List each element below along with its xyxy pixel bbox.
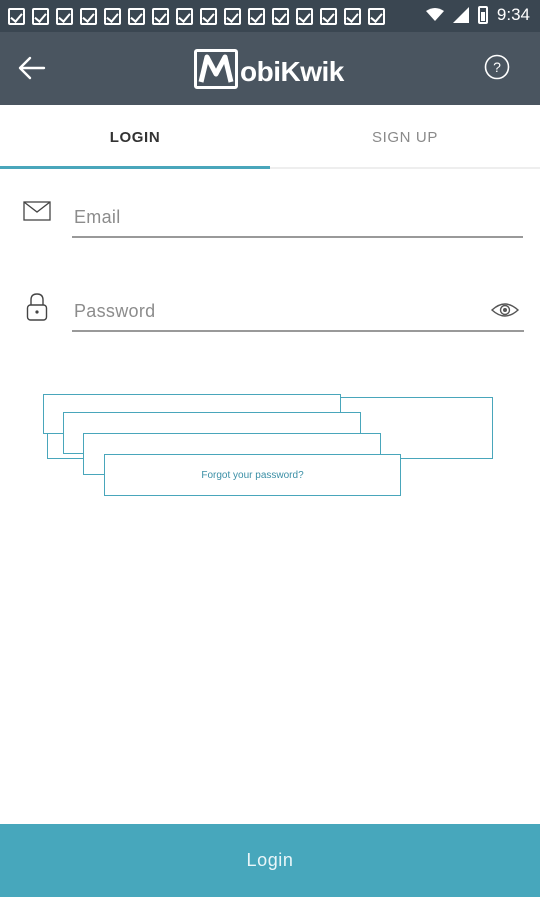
envelope-icon (23, 201, 51, 221)
check-box-icon (32, 8, 49, 25)
lock-icon (26, 293, 48, 321)
logo-m-box (194, 49, 238, 89)
auth-tabs: LOGIN SIGN UP (0, 105, 540, 169)
check-box-icon (248, 8, 265, 25)
tab-signup[interactable]: SIGN UP (270, 105, 540, 169)
check-box-icon (320, 8, 337, 25)
forgot-password-stack: Forgot your password? (0, 380, 540, 510)
tab-login[interactable]: LOGIN (0, 105, 270, 169)
status-right: 9:34 (425, 5, 530, 25)
check-box-icon (368, 8, 385, 25)
status-time: 9:34 (496, 5, 530, 24)
check-box-icon (104, 8, 121, 25)
notification-icons (8, 8, 385, 25)
check-box-icon (8, 8, 25, 25)
help-icon[interactable]: ? (484, 54, 510, 80)
forgot-password-button[interactable]: Forgot your password? (104, 454, 401, 496)
status-bar: 9:34 (0, 0, 540, 32)
check-box-icon (224, 8, 241, 25)
check-box-icon (56, 8, 73, 25)
check-box-icon (176, 8, 193, 25)
logo-m-icon (198, 54, 234, 83)
logo-text: obiKwik (240, 56, 344, 87)
back-arrow-icon[interactable] (14, 52, 50, 84)
login-button[interactable]: Login (0, 824, 540, 897)
check-box-icon (128, 8, 145, 25)
check-box-icon (272, 8, 289, 25)
mobikwik-logo: obiKwik (194, 46, 354, 92)
password-field[interactable] (72, 292, 524, 332)
show-password-eye-icon[interactable] (490, 300, 520, 320)
app-bar: obiKwik ? (0, 32, 540, 105)
check-box-icon (344, 8, 361, 25)
battery-icon (477, 6, 488, 24)
wifi-icon (425, 8, 444, 21)
check-box-icon (200, 8, 217, 25)
check-box-icon (296, 8, 313, 25)
tab-indicator (0, 166, 270, 169)
email-field[interactable] (72, 198, 523, 238)
signal-icon (452, 7, 469, 23)
check-box-icon (152, 8, 169, 25)
check-box-icon (80, 8, 97, 25)
svg-text:?: ? (493, 59, 501, 75)
